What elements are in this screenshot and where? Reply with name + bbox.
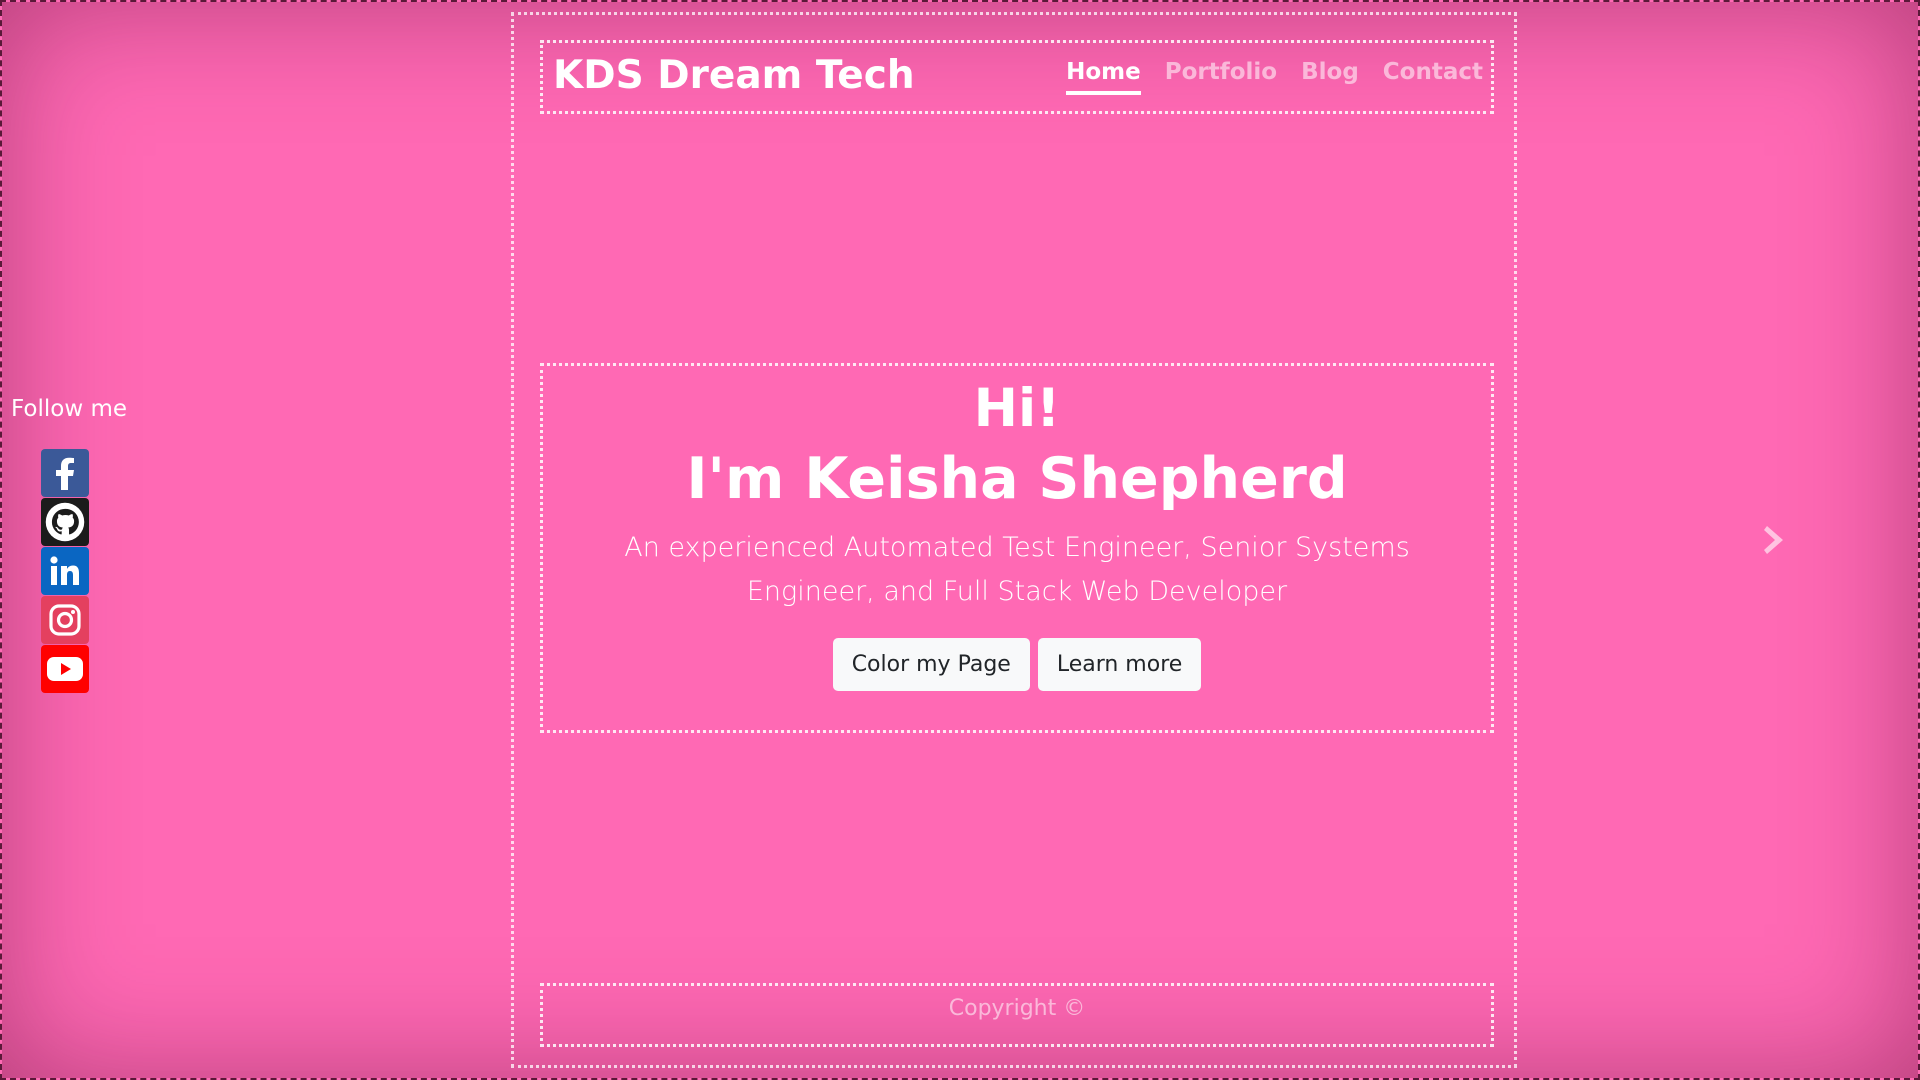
hero-greeting: Hi! — [973, 378, 1061, 439]
masthead: KDS Dream Tech Home Portfolio Blog Conta… — [540, 40, 1494, 114]
linkedin-icon[interactable] — [41, 547, 89, 595]
cover-container: KDS Dream Tech Home Portfolio Blog Conta… — [511, 12, 1517, 1068]
color-my-page-button[interactable]: Color my Page — [832, 638, 1030, 692]
nav-portfolio[interactable]: Portfolio — [1165, 59, 1277, 95]
nav-home[interactable]: Home — [1066, 59, 1141, 95]
copyright-text: Copyright © — [948, 996, 1086, 1021]
nav-contact[interactable]: Contact — [1383, 59, 1483, 95]
follow-me-heading: Follow me — [11, 396, 128, 422]
facebook-icon[interactable] — [41, 449, 89, 497]
learn-more-button[interactable]: Learn more — [1037, 638, 1202, 692]
main-nav: Home Portfolio Blog Contact — [1066, 59, 1483, 95]
instagram-icon[interactable] — [41, 596, 89, 644]
brand-title[interactable]: KDS Dream Tech — [553, 53, 915, 98]
nav-blog[interactable]: Blog — [1301, 59, 1359, 95]
chevron-right-icon[interactable] — [1761, 522, 1791, 558]
social-links — [41, 449, 89, 693]
github-icon[interactable] — [41, 498, 89, 546]
hero-name: I'm Keisha Shepherd — [686, 446, 1348, 513]
hero-section: Hi! I'm Keisha Shepherd An experienced A… — [540, 363, 1494, 733]
footer: Copyright © — [540, 983, 1494, 1047]
youtube-icon[interactable] — [41, 645, 89, 693]
hero-lead: An experienced Automated Test Engineer, … — [624, 532, 1410, 608]
hero-buttons: Color my Page Learn more — [543, 638, 1491, 692]
